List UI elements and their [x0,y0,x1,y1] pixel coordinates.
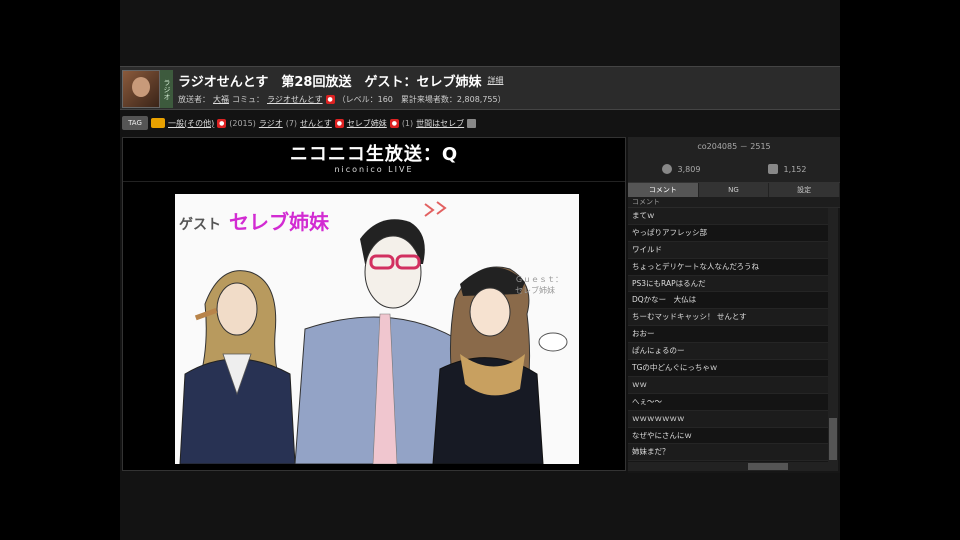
tag-link[interactable]: 世間はセレブ [416,118,464,129]
logo-main-text: ニコニコ生放送：Q [289,144,459,165]
comment-row: おおー [628,326,828,344]
tab-settings[interactable]: 設定 [769,183,840,197]
community-stats: （レベル：160 累計来場者数：2,808,755） [337,94,506,104]
tag-count: (7) [285,118,298,128]
tag-icon: TAG [122,116,148,130]
stream-stats: 3,809 1,152 [628,157,840,181]
comment-list[interactable]: まてｗ やっぱりアフレッシ部 ワイルド ちょっとデリケートな人なんだろうね PS… [628,208,828,462]
tag-link[interactable]: せんとす [300,118,332,129]
stream-id: co204085 － 2515 [697,142,771,151]
tag-count: (1) [401,118,414,128]
official-badge-icon [151,118,165,128]
artwork-note: Ｇｕｅｓｔ：セレブ姉妹 [515,275,563,295]
tag-row: TAG 一般(その他) ● (2015) ラジオ (7) せんとす ● セレブ姉… [120,113,840,133]
comment-vertical-scrollbar[interactable] [828,208,838,462]
stream-header: ラジオ ラジオせんとす 第28回放送 ゲスト：セレブ姉妹 詳細 放送者： 大福 … [120,66,840,110]
comment-row: まてｗ [628,208,828,225]
comment-panel: co204085 － 2515 3,809 1,152 コメント NG 設定 コ… [628,137,840,473]
comment-row: ちーむマッドキャッシ！ せんとす [628,309,828,327]
stream-title: ラジオせんとす 第28回放送 ゲスト：セレブ姉妹 [178,74,482,90]
comment-row: へぇ～～ [628,393,828,411]
tag-link[interactable]: セレブ姉妹 [347,118,387,129]
comment-row: ちょっとデリケートな人なんだろうね [628,258,828,276]
tag-edit-icon[interactable] [467,118,477,128]
tab-comments[interactable]: コメント [628,183,699,197]
comment-panel-header: co204085 － 2515 3,809 1,152 [628,137,840,183]
tag-link[interactable]: 一般(その他) [168,118,214,129]
scrollbar-thumb[interactable] [829,418,837,460]
illustration [179,201,568,464]
stream-page: ラジオ ラジオせんとす 第28回放送 ゲスト：セレブ姉妹 詳細 放送者： 大福 … [120,0,840,540]
comment-row: ｗｗ [628,376,828,394]
community-label: コミュ： [232,94,264,104]
category-tag: ラジオ [160,70,173,108]
lock-icon: ● [389,118,399,128]
comment-horizontal-scrollbar[interactable] [628,462,838,471]
comment-column-header: コメント [628,197,840,208]
comment-row: なぜやにさんにｗ [628,427,828,445]
detail-link[interactable]: 詳細 [487,75,503,86]
comment-count: 1,152 [767,164,807,174]
broadcaster-info: 放送者： 大福 コミュ： ラジオせんとす ● （レベル：160 累計来場者数：2… [178,92,506,106]
viewer-count: 3,809 [661,164,701,174]
comment-row: ワイルド [628,241,828,259]
title-row: ラジオせんとす 第28回放送 ゲスト：セレブ姉妹 詳細 [178,71,503,90]
comment-count-value: 1,152 [783,164,807,174]
comment-row: ぱんにょるのー [628,343,828,361]
comment-row: DQかなー 大仏は [628,292,828,310]
lock-icon: ● [334,118,344,128]
tag-link[interactable]: ラジオ [259,118,283,129]
niconico-logo: ニコニコ生放送：Q niconico LIVE [123,138,625,182]
tab-ng[interactable]: NG [698,183,770,197]
stream-artwork: ゲスト セレブ姉妹 Ｇｕｅｓｔ：セレブ姉妹 [175,194,579,464]
community-thumbnail[interactable] [122,70,160,108]
broadcaster-link[interactable]: 大福 [213,94,229,105]
comment-row: やっぱりアフレッシ部 [628,224,828,242]
scrollbar-thumb[interactable] [748,463,788,470]
logo-sub-text: niconico LIVE [334,165,414,174]
comment-row: PS3にもRAPはるんだ [628,275,828,293]
lock-icon: ● [325,94,335,104]
speech-bubble-icon [767,164,778,174]
person-icon [661,164,672,174]
viewer-count-value: 3,809 [677,164,701,174]
community-link[interactable]: ラジオせんとす [267,94,323,105]
comment-tabs: コメント NG 設定 [628,183,840,197]
lock-icon: ● [217,118,227,128]
comment-row: TGの中どんぐにっちゃｗ [628,360,828,377]
broadcaster-label: 放送者： [178,94,210,104]
video-player[interactable]: ニコニコ生放送：Q niconico LIVE ゲスト セレブ姉妹 Ｇｕｅｓｔ：… [122,137,626,471]
tag-count: (2015) [229,118,256,128]
comment-row: ｗｗｗｗｗｗｗ [628,410,828,428]
comment-row: 姉妹まだ？ [628,444,828,462]
